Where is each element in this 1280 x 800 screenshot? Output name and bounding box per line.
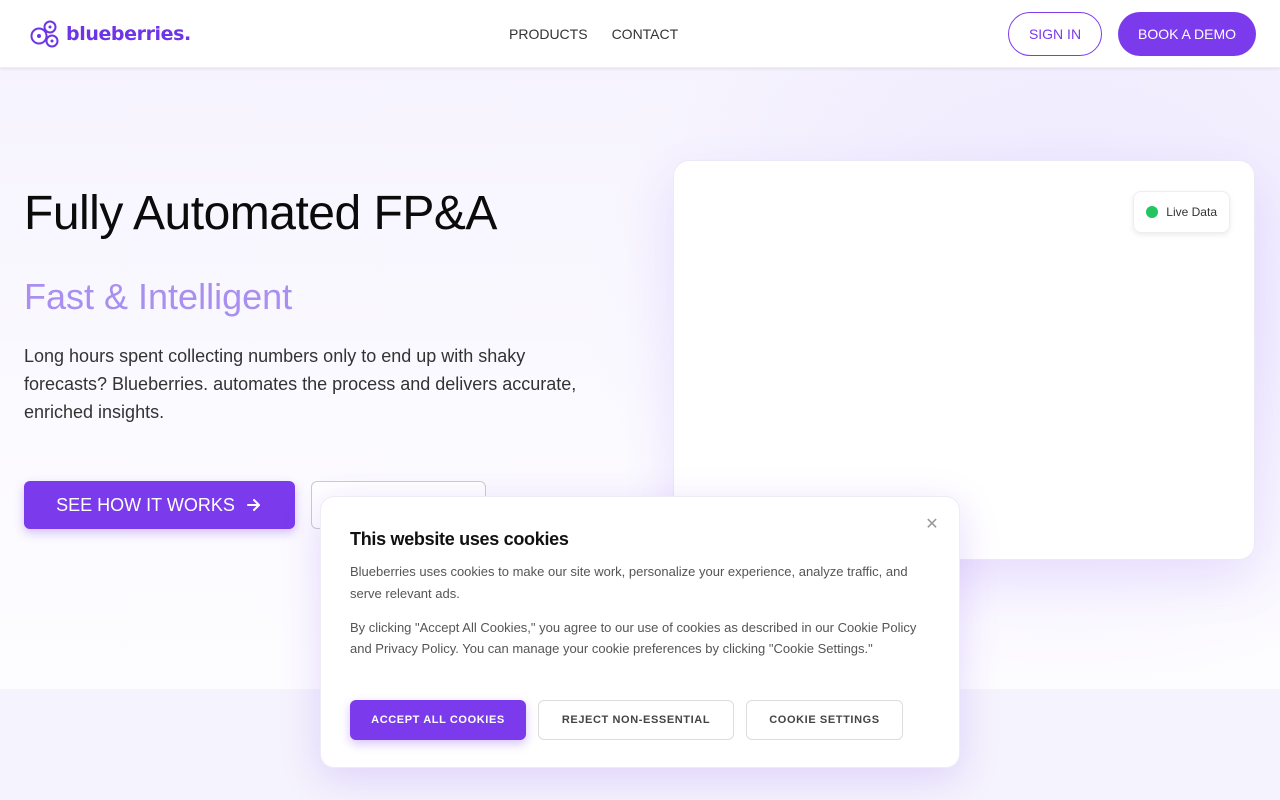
- nav-contact[interactable]: CONTACT: [612, 26, 679, 42]
- cookie-banner: This website uses cookies ✕ Blueberries …: [320, 496, 960, 768]
- cookie-paragraph-1: Blueberries uses cookies to make our sit…: [350, 564, 908, 601]
- hero-title: Fully Automated FP&A: [24, 187, 497, 240]
- cookie-paragraph-2: By clicking "Accept All Cookies," you ag…: [350, 620, 917, 656]
- nav-products[interactable]: PRODUCTS: [509, 26, 588, 42]
- blueberries-logo-icon: [30, 20, 59, 48]
- reject-non-essential-button[interactable]: REJECT NON-ESSENTIAL: [538, 700, 734, 740]
- live-data-label: Live Data: [1166, 205, 1217, 219]
- see-how-it-works-label: SEE HOW IT WORKS: [56, 494, 235, 515]
- main-nav: PRODUCTS CONTACT: [509, 26, 678, 42]
- hero-subtitle: Fast & Intelligent: [24, 276, 293, 317]
- arrow-right-icon: [246, 499, 260, 511]
- book-demo-button[interactable]: BOOK A DEMO: [1118, 12, 1256, 56]
- cookie-title: This website uses cookies: [350, 529, 569, 549]
- live-data-badge: Live Data: [1133, 191, 1230, 233]
- cookie-settings-button[interactable]: COOKIE SETTINGS: [746, 700, 903, 740]
- site-header: blueberries. PRODUCTS CONTACT SIGN IN BO…: [0, 0, 1280, 68]
- live-status-dot-icon: [1146, 206, 1159, 218]
- hero-description: Long hours spent collecting numbers only…: [24, 346, 577, 422]
- logo[interactable]: blueberries.: [28, 17, 191, 51]
- accept-all-cookies-button[interactable]: ACCEPT ALL COOKIES: [350, 700, 526, 740]
- close-icon[interactable]: ✕: [923, 515, 941, 533]
- sign-in-button[interactable]: SIGN IN: [1008, 12, 1102, 56]
- see-how-it-works-button[interactable]: SEE HOW IT WORKS: [24, 481, 295, 529]
- logo-text: blueberries.: [66, 23, 191, 45]
